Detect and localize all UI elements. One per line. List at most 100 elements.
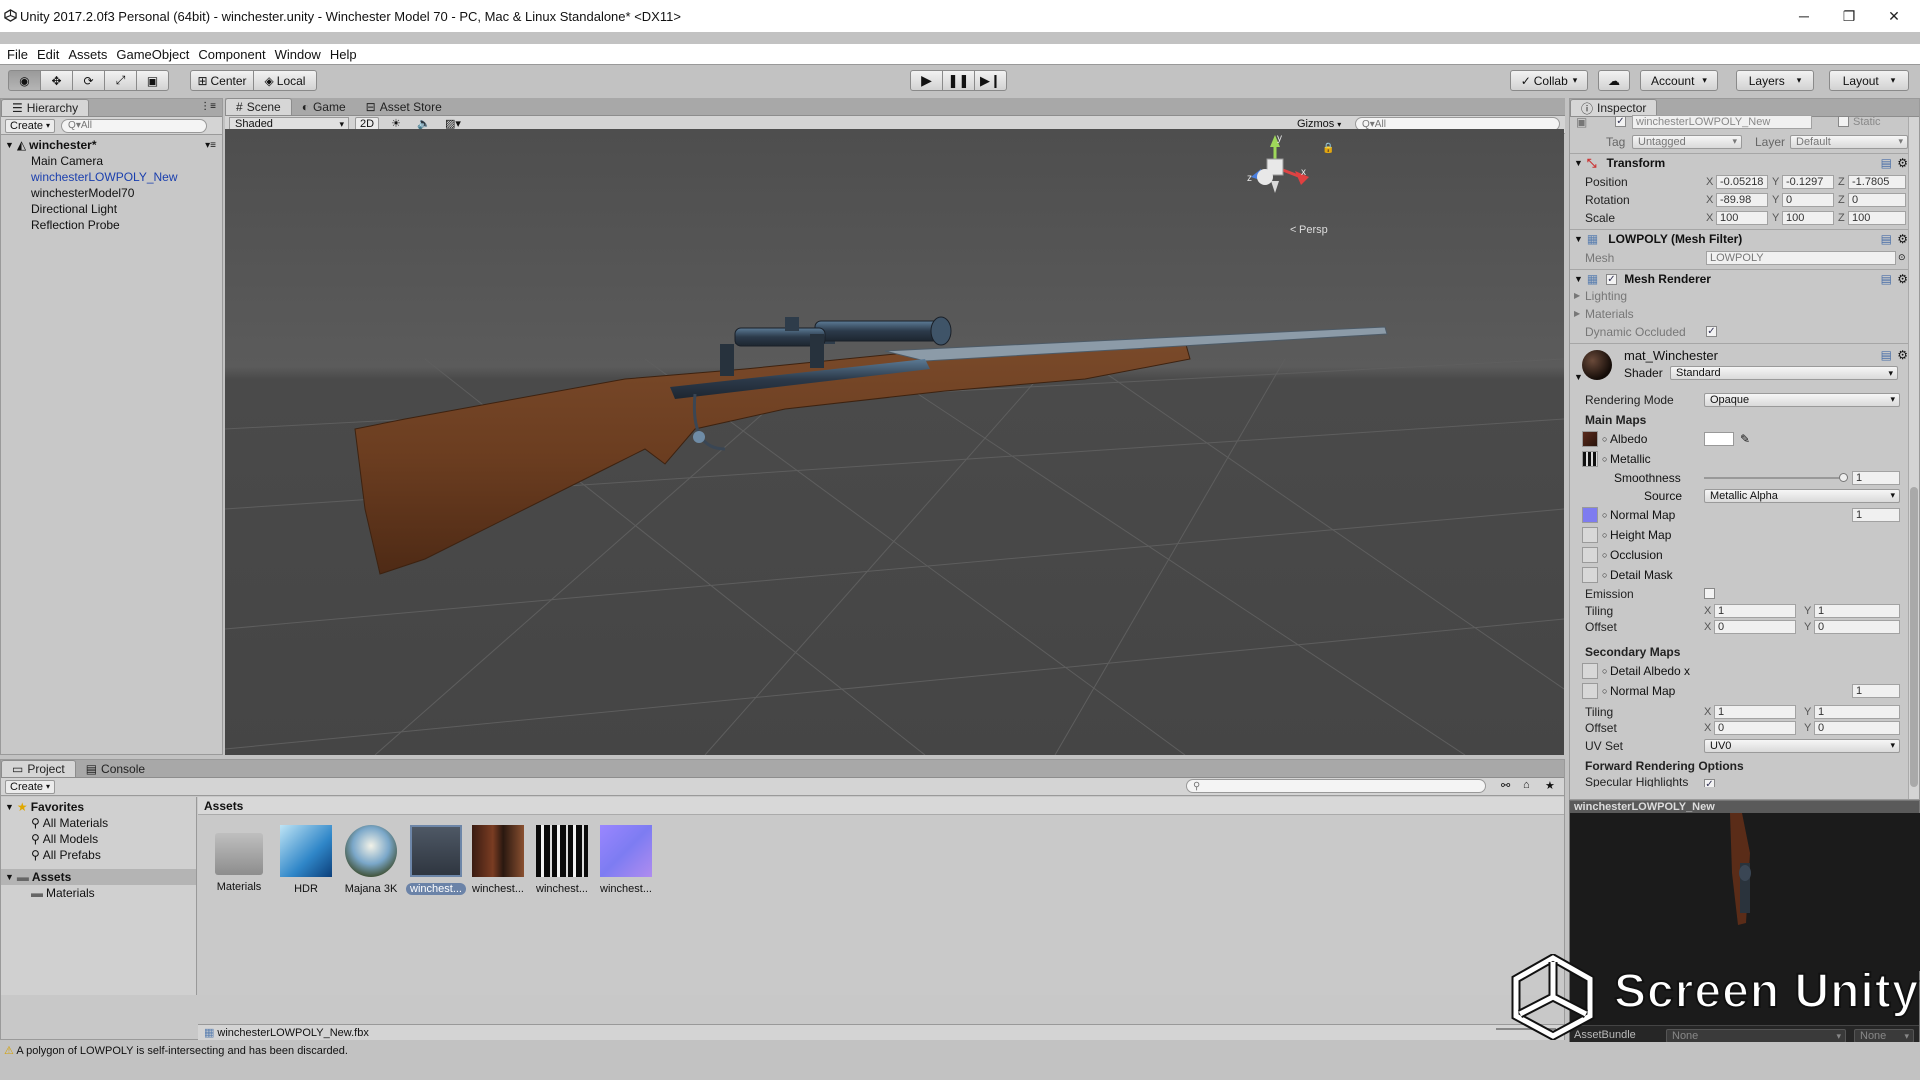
occlusion-texture-slot[interactable] [1582, 547, 1598, 563]
asset-item-selected[interactable]: winchest... [406, 825, 466, 895]
scene-canvas[interactable]: y x z 🔒 < Persp [225, 129, 1564, 755]
asset-item[interactable]: winchest... [534, 825, 590, 895]
menu-help[interactable]: Help [330, 47, 357, 62]
specular-highlights-checkbox[interactable]: ✓ [1704, 779, 1715, 787]
project-search-input[interactable]: ⚲ [1186, 779, 1486, 793]
eyedropper-icon[interactable]: ✎ [1740, 432, 1750, 446]
hierarchy-item-directional-light[interactable]: Directional Light [1, 201, 222, 217]
active-checkbox[interactable]: ✓ [1615, 116, 1626, 127]
collab-button[interactable]: ✓ Collab ▾ [1510, 70, 1588, 91]
materials-foldout[interactable]: ▶ Materials [1570, 305, 1910, 322]
albedo-color-swatch[interactable] [1704, 432, 1734, 446]
offset-2-y-field[interactable]: 0 [1814, 720, 1900, 735]
help-book-icon[interactable]: ▤ [1881, 272, 1892, 286]
panel-menu-icon[interactable]: ⋮≡ [200, 101, 216, 112]
scale-z-field[interactable]: 100 [1848, 210, 1906, 225]
tab-game[interactable]: ◐ Game [292, 98, 356, 115]
detail-albedo-texture-slot[interactable] [1582, 663, 1598, 679]
object-name-field[interactable]: winchesterLOWPOLY_New [1632, 114, 1812, 129]
preview-canvas[interactable] [1570, 813, 1920, 971]
expand-arrow-icon[interactable]: ▼ [1574, 274, 1583, 284]
component-settings-gear-icon[interactable]: ⚙ [1897, 156, 1908, 170]
tab-hierarchy[interactable]: ☰ Hierarchy [1, 99, 90, 116]
picker-circle-icon[interactable]: ○ [1602, 510, 1607, 520]
tiling-2-x-field[interactable]: 1 [1714, 704, 1796, 719]
expand-arrow-icon[interactable]: ▼ [1574, 158, 1583, 168]
picker-circle-icon[interactable]: ○ [1602, 666, 1607, 676]
picker-circle-icon[interactable]: ○ [1602, 454, 1607, 464]
gizmo-lock-icon[interactable]: 🔒 [1322, 142, 1334, 154]
favorite-star-icon[interactable]: ★ [1545, 779, 1555, 792]
offset-2-x-field[interactable]: 0 [1714, 720, 1796, 735]
static-checkbox[interactable] [1838, 116, 1849, 127]
hierarchy-search-input[interactable]: Q▾All [61, 118, 208, 133]
tab-asset-store[interactable]: ⊟ Asset Store [356, 98, 452, 115]
tiling-y-field[interactable]: 1 [1814, 603, 1900, 618]
maximize-button[interactable]: ❐ [1826, 0, 1872, 32]
step-button[interactable]: ▶❙ [974, 70, 1007, 91]
persp-label[interactable]: Persp [1299, 224, 1328, 236]
menu-gameobject[interactable]: GameObject [116, 47, 189, 62]
pivot-center-button[interactable]: ⊞ Center [190, 70, 254, 91]
scene-menu-icon[interactable]: ▾≡ [205, 140, 216, 151]
hierarchy-item-reflection-probe[interactable]: Reflection Probe [1, 217, 222, 233]
scale-y-field[interactable]: 100 [1782, 210, 1834, 225]
picker-circle-icon[interactable]: ○ [1602, 530, 1607, 540]
favorite-item-all-materials[interactable]: ⚲ All Materials [1, 815, 196, 831]
menu-file[interactable]: File [7, 47, 28, 62]
component-settings-gear-icon[interactable]: ⚙ [1897, 232, 1908, 246]
pause-button[interactable]: ❚❚ [942, 70, 975, 91]
asset-item[interactable]: Majana 3K [342, 825, 400, 895]
close-button[interactable]: ✕ [1871, 0, 1917, 32]
expand-arrow-icon[interactable]: ▼ [5, 802, 14, 812]
expand-arrow-icon[interactable]: ▼ [1574, 372, 1583, 382]
collapsed-arrow-icon[interactable]: ▶ [1574, 309, 1580, 318]
normal-map-texture-slot[interactable] [1582, 507, 1598, 523]
normal-map-scale-field[interactable]: 1 [1852, 508, 1900, 522]
hierarchy-create-button[interactable]: Create ▾ [5, 118, 56, 133]
picker-circle-icon[interactable]: ○ [1602, 570, 1607, 580]
expand-arrow-icon[interactable]: ▼ [5, 140, 14, 150]
asset-item[interactable]: winchest... [470, 825, 526, 895]
status-bar[interactable]: ⚠ A polygon of LOWPOLY is self-intersect… [0, 1042, 1920, 1060]
scale-x-field[interactable]: 100 [1716, 210, 1768, 225]
hierarchy-item-winchester-model70[interactable]: winchesterModel70 [1, 185, 222, 201]
secondary-normal-map-scale-field[interactable]: 1 [1852, 684, 1900, 698]
expand-arrow-icon[interactable]: ▼ [5, 872, 14, 882]
project-create-button[interactable]: Create ▾ [5, 779, 56, 794]
component-settings-gear-icon[interactable]: ⚙ [1897, 272, 1908, 286]
uv-set-dropdown[interactable]: UV0 [1704, 738, 1900, 753]
asset-item[interactable]: winchest... [598, 825, 654, 895]
assets-breadcrumb[interactable]: Assets [198, 797, 1564, 815]
inspector-scrollbar-thumb[interactable] [1910, 487, 1918, 787]
menu-component[interactable]: Component [198, 47, 265, 62]
help-book-icon[interactable]: ▤ [1881, 232, 1892, 246]
tiling-2-y-field[interactable]: 1 [1814, 704, 1900, 719]
layout-dropdown[interactable]: Layout ▾ [1829, 70, 1909, 91]
scene-viewport[interactable]: y x z 🔒 < Persp [225, 129, 1564, 755]
favorite-item-all-prefabs[interactable]: ⚲ All Prefabs [1, 847, 196, 863]
scene-root[interactable]: ▼ ◭ winchester* ▾≡ [1, 137, 222, 153]
tab-console[interactable]: ▤ Console [76, 760, 155, 777]
hierarchy-item-winchester-lowpoly[interactable]: winchesterLOWPOLY_New [1, 169, 222, 185]
minimize-button[interactable]: ─ [1781, 0, 1827, 32]
expand-arrow-icon[interactable]: ▼ [1574, 234, 1583, 244]
account-dropdown[interactable]: Account ▾ [1640, 70, 1718, 91]
component-settings-gear-icon[interactable]: ⚙ [1897, 348, 1908, 362]
play-button[interactable]: ▶ [910, 70, 943, 91]
assets-root[interactable]: ▼ ▬ Assets [1, 869, 196, 885]
folder-materials[interactable]: ▬ Materials [1, 885, 196, 901]
tiling-x-field[interactable]: 1 [1714, 603, 1796, 618]
position-z-field[interactable]: -1.7805 [1848, 174, 1906, 189]
picker-circle-icon[interactable]: ○ [1602, 686, 1607, 696]
source-dropdown[interactable]: Metallic Alpha [1704, 488, 1900, 503]
inspector-scrollbar[interactable] [1908, 117, 1919, 799]
detail-mask-texture-slot[interactable] [1582, 567, 1598, 583]
favorites-header[interactable]: ▼ ★ Favorites [1, 799, 196, 815]
help-book-icon[interactable]: ▤ [1881, 156, 1892, 170]
help-book-icon[interactable]: ▤ [1881, 348, 1892, 362]
menu-window[interactable]: Window [275, 47, 321, 62]
lighting-foldout[interactable]: ▶ Lighting [1570, 287, 1910, 304]
move-tool-button[interactable]: ✥ [40, 70, 73, 91]
shader-dropdown[interactable]: Standard [1670, 366, 1898, 380]
